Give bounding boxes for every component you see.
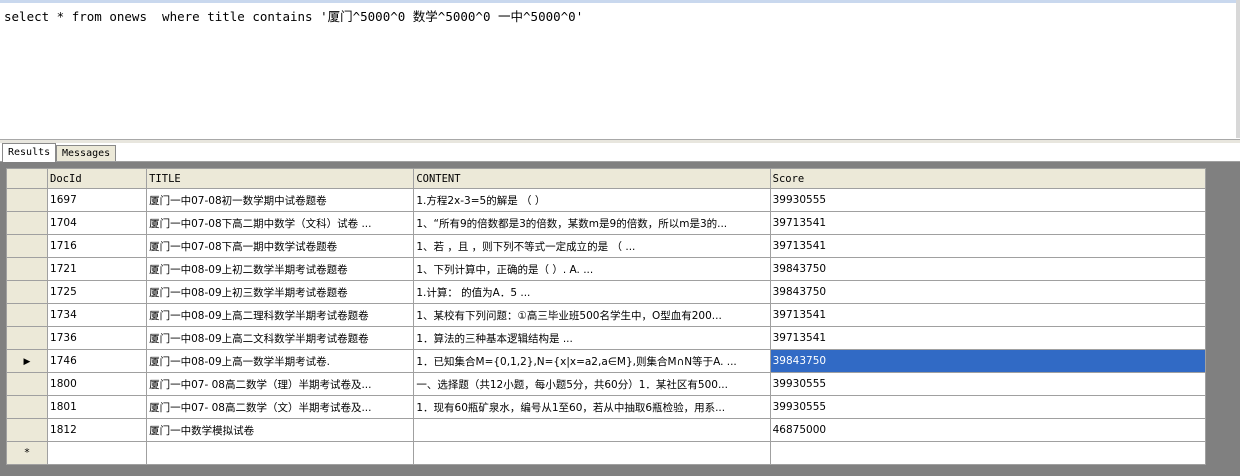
cell-content[interactable]: 1、“所有9的倍数都是3的倍数，某数m是9的倍数，所以m是3的...: [413, 211, 771, 235]
cell-score[interactable]: 39713541: [769, 303, 1207, 327]
row-selector[interactable]: [5, 418, 49, 442]
tab-results[interactable]: Results: [2, 143, 57, 162]
column-header-score[interactable]: Score: [769, 168, 1207, 189]
cell-title[interactable]: 厦门一中07-08初一数学期中试卷题卷: [146, 188, 415, 212]
table-row[interactable]: ▶ 1746 厦门一中08-09上高一数学半期考试卷. 1．已知集合M={0,1,2}…: [5, 349, 1207, 373]
cell-score[interactable]: 39930555: [769, 372, 1207, 396]
query-editor[interactable]: select * from onews where title contains…: [0, 0, 1240, 140]
results-tabs: Results Messages: [0, 143, 1240, 162]
cell-title[interactable]: 厦门一中08-09上高二文科数学半期考试卷题卷: [146, 326, 415, 350]
cell-title[interactable]: 厦门一中07-08下高二期中数学（文科）试卷 ...: [146, 211, 415, 235]
row-selector[interactable]: [5, 280, 49, 304]
table-row[interactable]: 1800 厦门一中07- 08高二数学（理）半期考试卷及... 一、选择题（共12小…: [5, 372, 1207, 396]
cell-docid[interactable]: 1734: [47, 303, 148, 327]
cell-docid[interactable]: 1801: [47, 395, 148, 419]
column-header-title[interactable]: TITLE: [146, 168, 415, 189]
cell-title[interactable]: 厦门一中07-08下高一期中数学试卷题卷: [146, 234, 415, 258]
cell-content[interactable]: 1．算法的三种基本逻辑结构是 ...: [413, 326, 771, 350]
new-row-cell[interactable]: [146, 441, 415, 465]
cell-docid[interactable]: 1704: [47, 211, 148, 235]
cell-docid[interactable]: 1697: [47, 188, 148, 212]
results-grid: DocId TITLE CONTENT Score 1697 厦门一中07-08初…: [5, 168, 1207, 465]
cell-docid[interactable]: 1725: [47, 280, 148, 304]
row-selector[interactable]: [5, 257, 49, 281]
row-selector[interactable]: [5, 372, 49, 396]
cell-title[interactable]: 厦门一中08-09上初二数学半期考试卷题卷: [146, 257, 415, 281]
cell-score[interactable]: 39843750: [769, 280, 1207, 304]
cell-score[interactable]: 39843750: [769, 257, 1207, 281]
row-selector[interactable]: [5, 395, 49, 419]
results-pane: DocId TITLE CONTENT Score 1697 厦门一中07-08初…: [0, 162, 1240, 476]
cell-title[interactable]: 厦门一中08-09上高二理科数学半期考试卷题卷: [146, 303, 415, 327]
cell-docid[interactable]: 1812: [47, 418, 148, 442]
editor-scrollbar[interactable]: [1236, 0, 1240, 138]
table-row[interactable]: 1812 厦门一中数学模拟试卷 46875000: [5, 418, 1207, 442]
row-selector[interactable]: [5, 211, 49, 235]
row-selector[interactable]: [5, 234, 49, 258]
cell-content[interactable]: 1．现有60瓶矿泉水，编号从1至60，若从中抽取6瓶检验，用系...: [413, 395, 771, 419]
new-row-cell[interactable]: [47, 441, 148, 465]
new-row[interactable]: *: [5, 441, 1207, 465]
cell-content[interactable]: 1、若 ，且 ，则下列不等式一定成立的是 （ ...: [413, 234, 771, 258]
table-row[interactable]: 1736 厦门一中08-09上高二文科数学半期考试卷题卷 1．算法的三种基本逻辑结构…: [5, 326, 1207, 350]
row-selector[interactable]: [5, 326, 49, 350]
cell-docid[interactable]: 1800: [47, 372, 148, 396]
row-selector[interactable]: ▶: [5, 349, 49, 373]
cell-title[interactable]: 厦门一中数学模拟试卷: [146, 418, 415, 442]
cell-docid[interactable]: 1746: [47, 349, 148, 373]
cell-score[interactable]: 39713541: [769, 326, 1207, 350]
grid-header-row: DocId TITLE CONTENT Score: [5, 168, 1207, 189]
cell-score[interactable]: 39713541: [769, 211, 1207, 235]
row-selector[interactable]: [5, 188, 49, 212]
table-row[interactable]: 1734 厦门一中08-09上高二理科数学半期考试卷题卷 1、某校有下列问题：①高三…: [5, 303, 1207, 327]
cell-title[interactable]: 厦门一中08-09上初三数学半期考试卷题卷: [146, 280, 415, 304]
cell-score[interactable]: 39930555: [769, 395, 1207, 419]
column-header-docid[interactable]: DocId: [47, 168, 148, 189]
table-row[interactable]: 1725 厦门一中08-09上初三数学半期考试卷题卷 1.计算： 的值为A．5 ..…: [5, 280, 1207, 304]
corner-header[interactable]: [5, 168, 49, 189]
table-row[interactable]: 1697 厦门一中07-08初一数学期中试卷题卷 1.方程2x-3=5的解是 （ ）…: [5, 188, 1207, 212]
cell-score[interactable]: 39713541: [769, 234, 1207, 258]
table-row[interactable]: 1801 厦门一中07- 08高二数学（文）半期考试卷及... 1．现有60瓶矿泉水…: [5, 395, 1207, 419]
cell-score[interactable]: 39843750: [769, 349, 1207, 373]
cell-content[interactable]: 一、选择题（共12小题，每小题5分，共60分）1．某社区有500...: [413, 372, 771, 396]
cell-docid[interactable]: 1716: [47, 234, 148, 258]
table-row[interactable]: 1716 厦门一中07-08下高一期中数学试卷题卷 1、若 ，且 ，则下列不等式一定…: [5, 234, 1207, 258]
new-row-indicator-icon[interactable]: *: [5, 441, 49, 465]
query-text[interactable]: select * from onews where title contains…: [4, 6, 583, 25]
cell-content[interactable]: 1、某校有下列问题：①高三毕业班500名学生中，O型血有200...: [413, 303, 771, 327]
cell-score[interactable]: 46875000: [769, 418, 1207, 442]
cell-docid[interactable]: 1721: [47, 257, 148, 281]
cell-docid[interactable]: 1736: [47, 326, 148, 350]
table-row[interactable]: 1704 厦门一中07-08下高二期中数学（文科）试卷 ... 1、“所有9的倍数都…: [5, 211, 1207, 235]
cell-content[interactable]: 1、下列计算中，正确的是（ ）. A. ...: [413, 257, 771, 281]
new-row-cell[interactable]: [769, 441, 1207, 465]
row-selector[interactable]: [5, 303, 49, 327]
cell-content[interactable]: [413, 418, 771, 442]
cell-title[interactable]: 厦门一中08-09上高一数学半期考试卷.: [146, 349, 415, 373]
tab-messages[interactable]: Messages: [56, 145, 117, 161]
cell-title[interactable]: 厦门一中07- 08高二数学（文）半期考试卷及...: [146, 395, 415, 419]
cell-title[interactable]: 厦门一中07- 08高二数学（理）半期考试卷及...: [146, 372, 415, 396]
cell-content[interactable]: 1.方程2x-3=5的解是 （ ）: [413, 188, 771, 212]
cell-content[interactable]: 1.计算： 的值为A．5 ...: [413, 280, 771, 304]
column-header-content[interactable]: CONTENT: [413, 168, 771, 189]
cell-content[interactable]: 1．已知集合M={0,1,2},N={x|x=a2,a∈M},则集合M∩N等于A…: [413, 349, 771, 373]
current-row-indicator-icon: ▶: [23, 357, 31, 367]
cell-score[interactable]: 39930555: [769, 188, 1207, 212]
table-row[interactable]: 1721 厦门一中08-09上初二数学半期考试卷题卷 1、下列计算中，正确的是（ ）…: [5, 257, 1207, 281]
new-row-cell[interactable]: [413, 441, 771, 465]
